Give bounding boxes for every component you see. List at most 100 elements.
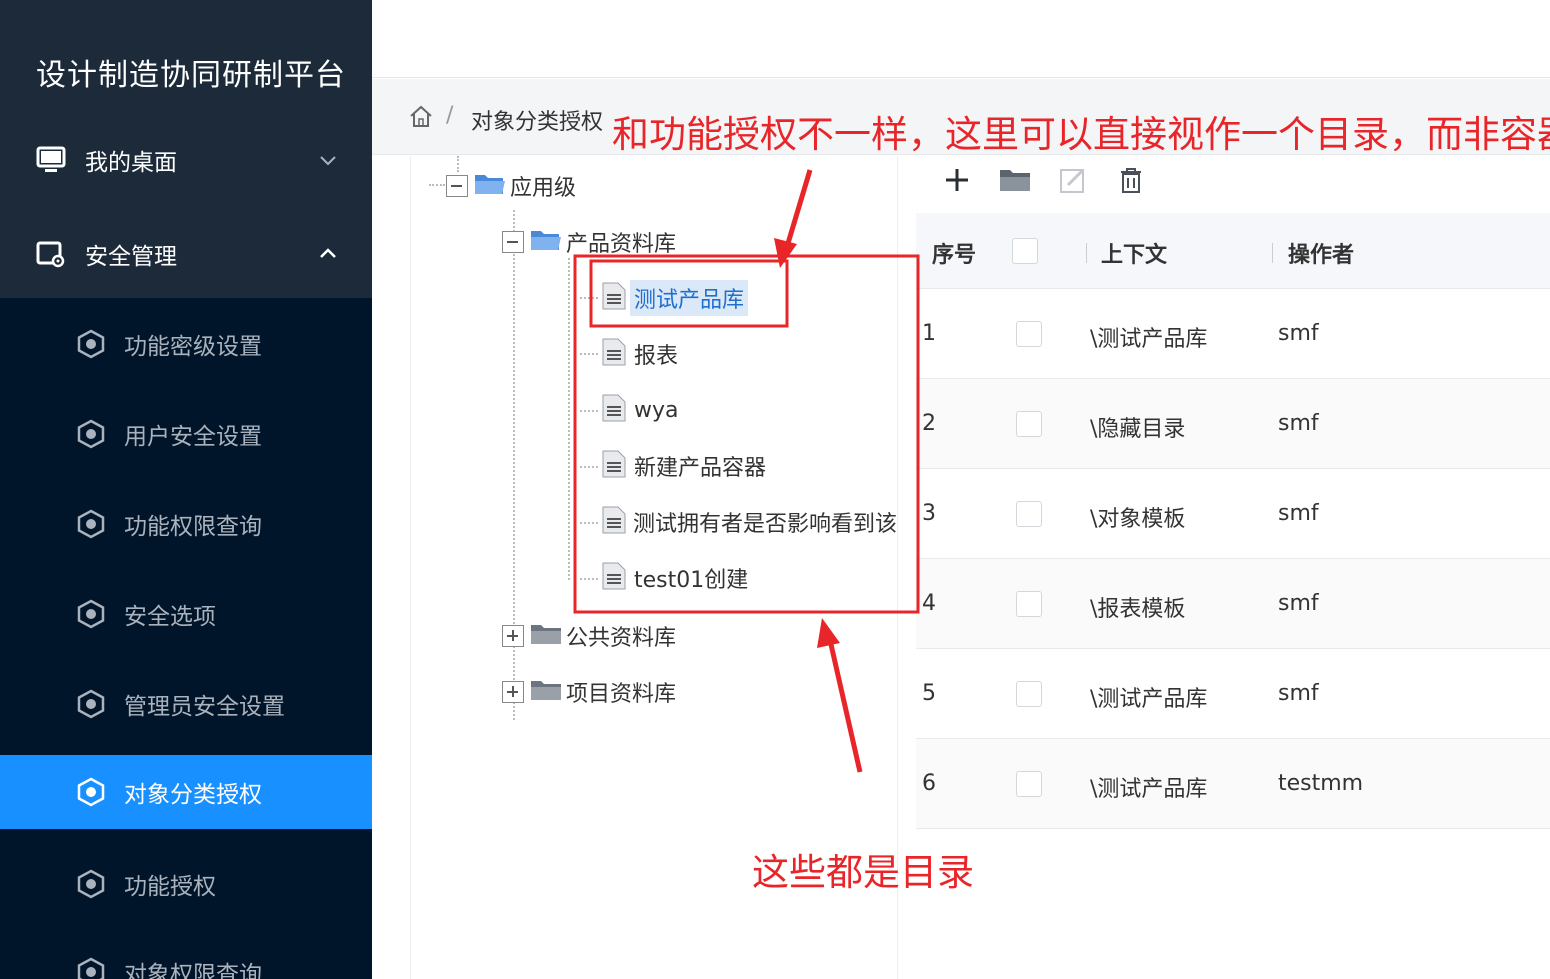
tree-node-project-library[interactable]: 项目资料库 xyxy=(502,676,676,708)
sidebar-item-label: 安全选项 xyxy=(124,604,216,630)
row-operator: smf xyxy=(1278,411,1319,436)
tree-node-label: test01创建 xyxy=(634,568,749,593)
hexagon-icon xyxy=(76,329,106,359)
expand-icon[interactable] xyxy=(502,681,524,703)
tree-connector xyxy=(568,258,570,580)
table-row[interactable]: 2 \隐藏目录 smf xyxy=(916,379,1550,469)
document-icon xyxy=(602,450,626,482)
row-checkbox[interactable] xyxy=(1016,321,1042,347)
home-icon[interactable] xyxy=(408,104,434,130)
edit-icon[interactable] xyxy=(1056,163,1090,197)
tree-node-label: wya xyxy=(634,397,679,423)
tree-node-product-library[interactable]: 产品资料库 xyxy=(502,226,676,258)
row-index: 6 xyxy=(922,771,936,796)
sidebar-item-permission-query[interactable]: 功能权限查询 xyxy=(0,487,372,561)
row-checkbox[interactable] xyxy=(1016,591,1042,617)
folder-icon[interactable] xyxy=(998,163,1032,197)
tree-node-label: 测试拥有者是否影响看到该 xyxy=(632,512,897,537)
hexagon-icon xyxy=(76,599,106,629)
sidebar-item-label: 功能权限查询 xyxy=(124,514,262,540)
row-operator: smf xyxy=(1278,501,1319,526)
tree-node-owner-test[interactable]: 测试拥有者是否影响看到该 xyxy=(602,506,897,538)
document-icon xyxy=(602,562,626,594)
row-checkbox[interactable] xyxy=(1016,681,1042,707)
sidebar-item-admin-security[interactable]: 管理员安全设置 xyxy=(0,667,372,741)
row-context: \隐藏目录 xyxy=(1090,417,1186,442)
add-icon[interactable] xyxy=(940,163,974,197)
menu-group-desktop[interactable]: 我的桌面 xyxy=(0,130,372,190)
tree-node-test01[interactable]: test01创建 xyxy=(602,562,748,594)
toolbar xyxy=(940,163,1148,197)
sidebar-item-user-security[interactable]: 用户安全设置 xyxy=(0,397,372,471)
collapse-icon[interactable] xyxy=(446,175,468,197)
table-header: 序号 上下文 操作者 xyxy=(916,213,1550,289)
menu-group-security[interactable]: 安全管理 xyxy=(0,224,372,284)
tree-node-label: 项目资料库 xyxy=(566,682,677,707)
table-row[interactable]: 5 \测试产品库 smf xyxy=(916,649,1550,739)
table-row[interactable]: 4 \报表模板 smf xyxy=(916,559,1550,649)
sidebar-item-function-classification[interactable]: 功能密级设置 xyxy=(0,307,372,381)
sidebar-item-label: 用户安全设置 xyxy=(124,424,262,450)
tree-node-test-product-library[interactable]: 测试产品库 xyxy=(602,280,749,316)
row-operator: smf xyxy=(1278,591,1319,616)
sidebar-item-security-options[interactable]: 安全选项 xyxy=(0,577,372,651)
tree-connector xyxy=(429,184,445,186)
authorization-table: 序号 上下文 操作者 1 \测试产品库 smf 2 \隐藏目录 smf 3 \对… xyxy=(916,213,1550,829)
tree-node-root[interactable]: 应用级 xyxy=(446,170,576,202)
folder-open-icon xyxy=(474,172,506,200)
expand-icon[interactable] xyxy=(502,625,524,647)
sidebar-item-label: 功能授权 xyxy=(124,874,216,900)
table-row[interactable]: 1 \测试产品库 smf xyxy=(916,289,1550,379)
tree-connector xyxy=(580,297,598,299)
document-icon xyxy=(602,282,626,314)
row-checkbox[interactable] xyxy=(1016,501,1042,527)
row-checkbox[interactable] xyxy=(1016,411,1042,437)
row-context: \测试产品库 xyxy=(1090,327,1208,352)
annotation-top-note: 和功能授权不一样，这里可以直接视作一个目录，而非容器 xyxy=(612,113,1550,156)
tree-node-public-library[interactable]: 公共资料库 xyxy=(502,620,676,652)
row-index: 4 xyxy=(922,591,936,616)
menu-group-label: 我的桌面 xyxy=(85,150,177,176)
sidebar-item-object-permission-query[interactable]: 对象权限查询 xyxy=(0,935,372,979)
document-icon xyxy=(602,506,626,538)
folder-closed-icon xyxy=(530,678,562,706)
row-index: 5 xyxy=(922,681,936,706)
hexagon-icon xyxy=(76,419,106,449)
tree-node-new-product-container[interactable]: 新建产品容器 xyxy=(602,450,766,482)
hexagon-icon xyxy=(76,777,106,807)
row-checkbox[interactable] xyxy=(1016,771,1042,797)
sidebar-item-label: 功能密级设置 xyxy=(124,334,262,360)
monitor-icon xyxy=(36,145,66,175)
hexagon-icon xyxy=(76,957,106,979)
tree-connector xyxy=(580,410,598,412)
top-header xyxy=(372,0,1550,78)
tree-node-report[interactable]: 报表 xyxy=(602,338,678,370)
folder-closed-icon xyxy=(530,622,562,650)
menu-group-label: 安全管理 xyxy=(85,244,177,270)
row-index: 3 xyxy=(922,501,936,526)
tree-connector xyxy=(580,353,598,355)
sidebar-item-object-authorization[interactable]: 对象分类授权 xyxy=(0,755,372,829)
table-row[interactable]: 6 \测试产品库 testmm xyxy=(916,739,1550,829)
sidebar: 设计制造协同研制平台 我的桌面 安全管理 功能密级设置 用户安全设置 功能权限查… xyxy=(0,0,372,979)
select-all-checkbox[interactable] xyxy=(1012,238,1038,264)
table-row[interactable]: 3 \对象模板 smf xyxy=(916,469,1550,559)
tree-connector xyxy=(580,578,598,580)
sidebar-item-function-authorization[interactable]: 功能授权 xyxy=(0,847,372,921)
hexagon-icon xyxy=(76,509,106,539)
sidebar-item-label: 管理员安全设置 xyxy=(124,694,285,720)
row-context: \测试产品库 xyxy=(1090,777,1208,802)
tree-connector xyxy=(580,522,598,524)
hexagon-icon xyxy=(76,869,106,899)
header-operator: 操作者 xyxy=(1288,243,1355,268)
delete-icon[interactable] xyxy=(1114,163,1148,197)
column-divider xyxy=(1086,243,1087,263)
breadcrumb-current: 对象分类授权 xyxy=(471,110,604,135)
annotation-bottom-note: 这些都是目录 xyxy=(752,851,974,894)
collapse-icon[interactable] xyxy=(502,231,524,253)
app-title: 设计制造协同研制平台 xyxy=(36,58,346,93)
tree-node-label: 产品资料库 xyxy=(566,232,677,257)
header-index: 序号 xyxy=(932,243,977,268)
security-settings-icon xyxy=(36,239,66,269)
tree-node-wya[interactable]: wya xyxy=(602,394,679,426)
